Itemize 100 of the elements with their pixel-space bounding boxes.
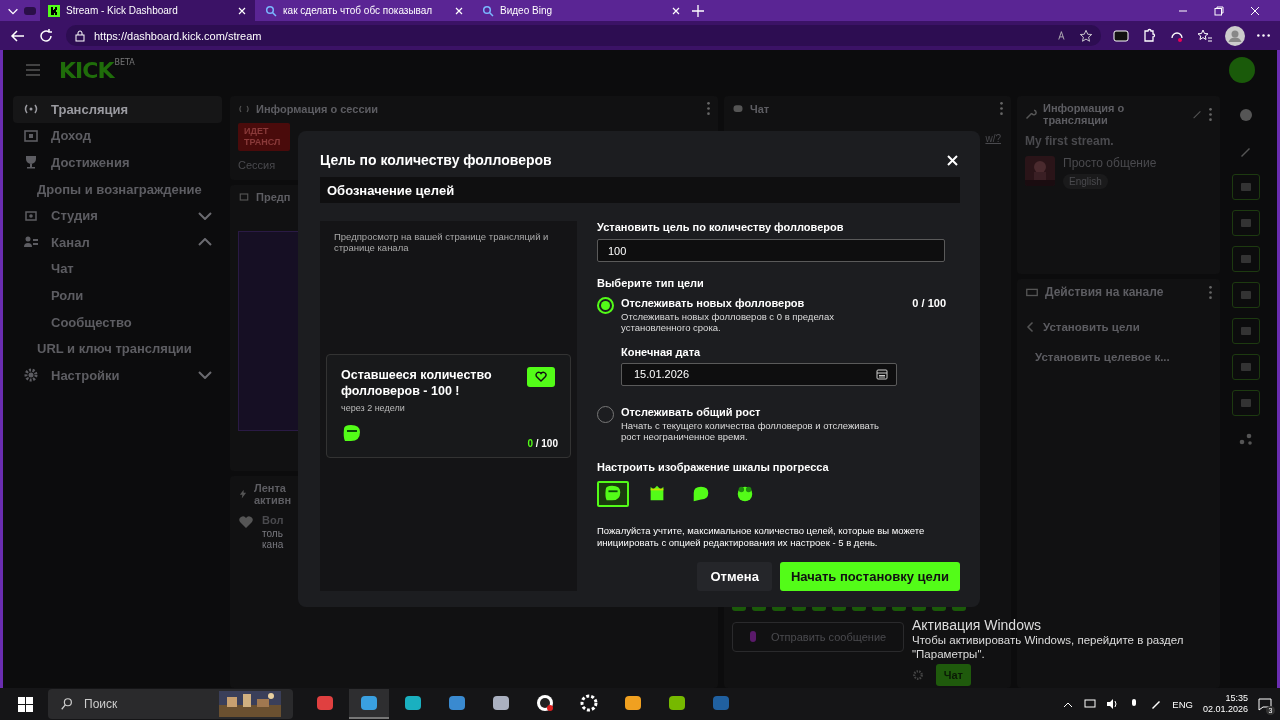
panel-title: Информация о трансляции xyxy=(1043,102,1126,126)
favorites-icon xyxy=(1197,27,1213,44)
panel-title: Лента активн xyxy=(254,482,293,506)
option-description: Начать с текущего количества фолловеров и отслеживать рост неограниченное время. xyxy=(621,419,880,443)
heart-icon xyxy=(238,514,254,530)
panel-title: Чат xyxy=(750,102,771,115)
menu-icon xyxy=(25,62,41,78)
panel-title: Предп xyxy=(256,191,291,203)
sidebar-item[interactable]: Доход xyxy=(13,122,222,150)
date-field[interactable]: 15.01.2026 xyxy=(621,362,897,386)
sidebar-item[interactable]: Настройки xyxy=(13,361,222,389)
field-label: Конечная дата xyxy=(621,345,702,358)
volume-icon xyxy=(1106,698,1119,710)
lock-icon xyxy=(74,29,86,42)
search-icon xyxy=(482,4,494,17)
activity-title: Вол xyxy=(262,514,284,526)
option-title: Отслеживать новых фолловеров xyxy=(621,297,806,309)
square-icon xyxy=(1240,398,1252,408)
chevron-down-icon[interactable] xyxy=(198,371,212,380)
browser-tab[interactable]: как сделать чтоб обс показывал xyxy=(257,0,472,21)
category-name[interactable]: Просто общение xyxy=(1063,156,1157,170)
square-icon xyxy=(1240,254,1252,264)
sidebar-item[interactable]: Дропы и вознаграждение xyxy=(13,175,222,203)
extension-badge-icon xyxy=(1113,27,1129,44)
field-label: Настроить изображение шкалы прогресса xyxy=(597,460,830,473)
sidebar-item[interactable]: Студия xyxy=(13,202,222,229)
chat-input[interactable]: Отправить сообщение xyxy=(732,622,904,652)
preview-caption: Предпросмотр на вашей странице трансляций и странице канала xyxy=(333,231,550,254)
cancel-button[interactable]: Отмена xyxy=(697,562,772,591)
square-icon xyxy=(1240,326,1252,336)
search-icon xyxy=(265,4,277,17)
close-icon[interactable] xyxy=(945,152,960,168)
favorite-icon xyxy=(1079,28,1093,43)
taskbar-clock[interactable]: 15:35 02.01.2026 xyxy=(1202,692,1248,716)
pen-icon xyxy=(1150,698,1163,710)
browser-tab[interactable]: Stream - Kick Dashboard xyxy=(40,0,255,21)
sidebar-item[interactable]: URL и ключ трансляции xyxy=(13,335,222,362)
calendar-icon xyxy=(876,368,888,380)
sidebar-item[interactable]: Роли xyxy=(13,282,222,309)
section-header: Обозначение целей xyxy=(320,177,960,203)
taskbar-search[interactable]: Поиск xyxy=(48,689,293,719)
sidebar-item[interactable]: Канал xyxy=(13,228,222,256)
restore-icon xyxy=(1214,5,1224,16)
more-icon xyxy=(707,102,710,115)
activation-title: Активация Windows xyxy=(912,617,1043,633)
search-icon xyxy=(60,697,74,711)
chevron-up-icon[interactable] xyxy=(198,238,212,247)
settings-icon xyxy=(911,669,924,681)
close-icon xyxy=(1250,5,1260,16)
back-link[interactable]: Установить цели xyxy=(1043,321,1140,333)
panel-title: Информация о сессии xyxy=(256,102,380,115)
action-item[interactable]: Установить целевое к... xyxy=(1025,351,1170,363)
kick-favicon-icon xyxy=(48,4,60,17)
reload-icon xyxy=(38,27,54,44)
start-goal-button[interactable]: Начать постановку цели xyxy=(779,562,960,591)
goal-card-subtitle: через 2 недели xyxy=(341,403,406,414)
stream-title: My first stream. xyxy=(1025,134,1114,148)
wrench-icon xyxy=(1025,108,1037,120)
url-text: https://dashboard.kick.com/stream xyxy=(94,29,263,42)
trophy-icon xyxy=(23,154,39,171)
extensions-icon xyxy=(1141,27,1157,44)
live-badge: ИДЕТ ТРАНСЛ xyxy=(238,123,290,151)
session-label: Сессия xyxy=(238,158,276,171)
beta-label: BETA xyxy=(114,57,135,67)
camera-icon xyxy=(238,191,250,203)
chat-send-button[interactable]: Чат xyxy=(935,664,971,686)
edit-icon xyxy=(1191,108,1203,120)
option-title: Отслеживать общий рост xyxy=(621,405,762,418)
field-label: Выберите тип цели xyxy=(597,277,705,289)
browser-tab[interactable]: Видео Bing xyxy=(474,0,689,21)
close-icon xyxy=(671,5,681,16)
address-bar[interactable]: https://dashboard.kick.com/stream xyxy=(66,25,1101,46)
profile-avatar[interactable] xyxy=(1225,25,1245,46)
square-icon xyxy=(1240,218,1252,228)
sidebar-item[interactable]: Трансляция xyxy=(13,96,222,123)
square-icon xyxy=(1240,182,1252,192)
sidebar-item[interactable]: Достижения xyxy=(13,149,222,176)
language-indicator[interactable]: ENG xyxy=(1172,698,1193,710)
more-icon xyxy=(1000,102,1003,115)
square-icon xyxy=(1240,290,1252,300)
more-icon xyxy=(1257,34,1270,37)
option-description: Отслеживать новых фолловеров с 0 в пределах установленного срока. xyxy=(621,311,835,334)
activity-text: толь кана xyxy=(262,528,285,550)
field-label: Установить цель по количеству фолловеров xyxy=(597,221,845,233)
back-icon xyxy=(10,27,26,44)
close-icon xyxy=(237,5,247,16)
chevron-down-icon[interactable] xyxy=(198,211,212,220)
network-icon xyxy=(1084,698,1097,710)
sidebar-item[interactable]: Чат xyxy=(13,255,222,283)
goal-input[interactable]: 100 xyxy=(597,239,945,262)
close-icon xyxy=(454,5,464,16)
sidebar-item[interactable]: Сообщество xyxy=(13,308,222,336)
follow-button[interactable] xyxy=(527,366,556,387)
bolt-icon xyxy=(238,488,248,500)
kick-logo[interactable]: KICK xyxy=(59,57,114,83)
more-icon xyxy=(1209,107,1212,121)
progress-image-option[interactable] xyxy=(597,480,629,507)
chat-link[interactable]: w/? xyxy=(985,133,1001,144)
limit-note: Пожалуйста учтите, максимальное количество целей, которые вы можете инициировать с опцией редактирования их настроек - 5 в день. xyxy=(597,524,926,551)
more-icon xyxy=(1209,285,1212,299)
